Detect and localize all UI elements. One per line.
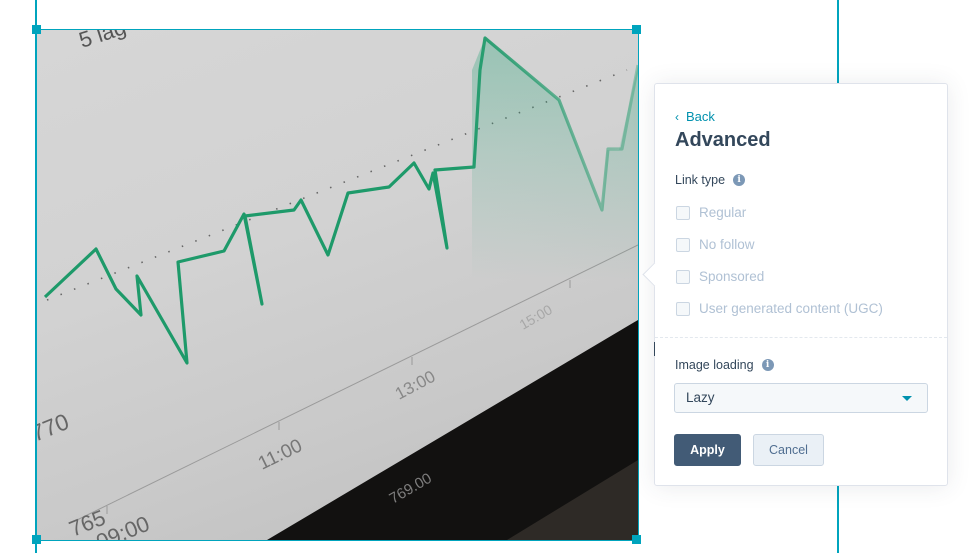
checkbox-regular[interactable]: Regular	[676, 205, 746, 220]
resize-handle-top-right[interactable]	[632, 25, 641, 34]
advanced-settings-panel: ‹ Back Advanced Link type i Regular No f…	[642, 83, 948, 486]
panel-pointer-arrow	[642, 262, 667, 287]
resize-handle-bottom-right[interactable]	[632, 535, 641, 544]
selected-image[interactable]: 5 lag 770 765 09:00 11:00 13:00 15:00 76…	[36, 29, 639, 541]
checkbox-box[interactable]	[676, 237, 690, 252]
image-loading-text: Image loading	[675, 358, 754, 372]
checkbox-label: Regular	[699, 205, 747, 220]
x-tick-1100: 11:00	[255, 435, 306, 474]
peak-area	[472, 38, 638, 280]
section-divider	[655, 337, 947, 338]
panel-title: Advanced	[675, 129, 771, 151]
y-tick-770: 770	[37, 408, 72, 446]
apply-button[interactable]: Apply	[674, 434, 741, 466]
chevron-left-icon: ‹	[675, 109, 679, 124]
checkbox-box[interactable]	[676, 269, 690, 284]
checkbox-label: User generated content (UGC)	[699, 301, 883, 316]
back-label: Back	[686, 109, 715, 124]
cancel-button[interactable]: Cancel	[753, 434, 824, 466]
checkbox-label: Sponsored	[699, 269, 765, 284]
image-loading-select[interactable]: Lazy	[674, 383, 928, 413]
image-loading-value: Lazy	[686, 390, 715, 405]
checkbox-ugc[interactable]: User generated content (UGC)	[676, 301, 883, 316]
info-icon[interactable]: i	[761, 359, 774, 371]
checkbox-no-follow[interactable]: No follow	[676, 237, 755, 252]
checkbox-label: No follow	[699, 237, 755, 252]
info-icon[interactable]: i	[733, 174, 746, 186]
checkbox-box[interactable]	[676, 301, 690, 316]
x-tick-1500: 15:00	[517, 301, 556, 332]
back-link[interactable]: ‹ Back	[675, 109, 715, 124]
link-type-text: Link type	[675, 173, 726, 187]
image-loading-label: Image loading i	[675, 358, 774, 372]
checkbox-box[interactable]	[676, 205, 690, 220]
caret-down-icon	[902, 396, 912, 401]
chart-photo: 5 lag 770 765 09:00 11:00 13:00 15:00 76…	[37, 30, 638, 540]
resize-handle-top-left[interactable]	[32, 25, 41, 34]
link-type-label: Link type i	[675, 173, 746, 187]
x-tick-1300: 13:00	[392, 367, 438, 404]
photo-top-label: 5 lag	[76, 30, 129, 53]
resize-handle-bottom-left[interactable]	[32, 535, 41, 544]
text-cursor	[654, 342, 655, 356]
checkbox-sponsored[interactable]: Sponsored	[676, 269, 764, 284]
